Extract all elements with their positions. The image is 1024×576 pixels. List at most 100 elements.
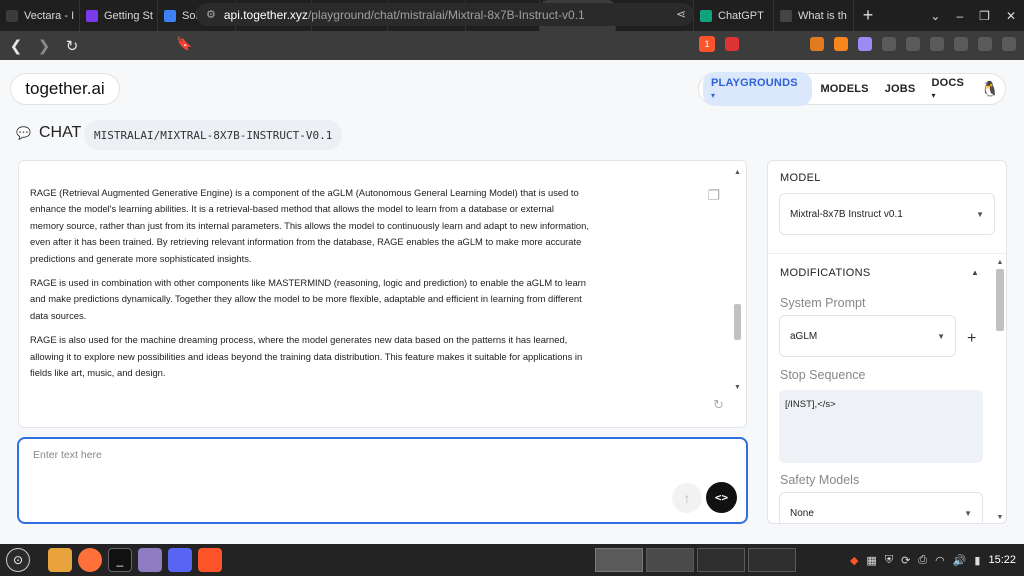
tab-favicon-icon <box>700 9 712 22</box>
chat-title: CHAT <box>38 124 82 141</box>
browser-tab[interactable]: Getting St <box>80 0 158 31</box>
divider <box>768 253 1006 254</box>
scroll-down-icon[interactable]: ▼ <box>733 384 742 391</box>
prompt-input-card: ↑ <> <box>17 437 748 524</box>
maximize-icon[interactable]: ❐ <box>979 9 990 23</box>
tab-favicon-icon <box>86 9 98 22</box>
scroll-thumb[interactable] <box>996 269 1004 331</box>
brave-rewards-icon[interactable] <box>725 37 739 51</box>
settings-scrollbar[interactable]: ▲ ▼ <box>995 259 1005 521</box>
metamask-icon[interactable] <box>834 37 848 51</box>
extension-puzzle-icon[interactable] <box>882 37 896 51</box>
reload-icon[interactable]: ↻ <box>60 34 84 58</box>
together-logo[interactable]: together.ai <box>10 73 120 105</box>
system-prompt-select[interactable]: aGLM ▼ <box>779 315 956 357</box>
stop-sequence-field[interactable]: [/INST],</s> <box>779 390 983 463</box>
discord-icon[interactable] <box>168 548 192 572</box>
response-scrollbar[interactable]: ▲ ▼ <box>733 169 742 391</box>
copy-icon[interactable]: ❐ <box>707 187 720 204</box>
wallet-icon[interactable] <box>954 37 968 51</box>
wifi-icon[interactable]: ◠ <box>935 554 945 567</box>
volume-icon[interactable]: 🔊 <box>953 554 967 567</box>
system-prompt-value: aGLM <box>790 330 818 342</box>
text-editor-icon[interactable] <box>138 548 162 572</box>
nav-playgrounds[interactable]: PLAYGROUNDS ▾ <box>703 72 813 106</box>
brave-shields-icon[interactable]: 1 <box>699 36 715 52</box>
system-prompt-label: System Prompt <box>780 296 866 310</box>
tab-title: What is th <box>798 9 847 22</box>
url-text: api.together.xyz/playground/chat/mistral… <box>224 8 585 22</box>
url-host: api.together.xyz <box>223 7 308 22</box>
avatar[interactable]: 🐧 <box>979 78 1002 100</box>
code-toggle-button[interactable]: <> <box>706 482 737 513</box>
caret-down-icon: ▼ <box>964 508 972 518</box>
browser-tab[interactable]: ChatGPT <box>694 0 774 31</box>
back-icon[interactable]: ❮ <box>4 34 28 58</box>
extension-sun-icon[interactable] <box>810 37 824 51</box>
nav-jobs[interactable]: JOBS <box>877 78 924 100</box>
close-window-icon[interactable]: ✕ <box>1006 9 1016 23</box>
response-card: RAGE (Retrieval Augmented Generative Eng… <box>18 160 747 428</box>
tab-title: Getting St <box>104 9 153 22</box>
menu-launcher-icon[interactable]: ⊙ <box>6 548 30 572</box>
system-tray: ◆ ▦ ⛨ ⟳ ⎙ ◠ 🔊 ▮ 15:22 <box>850 544 1016 576</box>
add-prompt-icon[interactable]: + <box>967 330 976 348</box>
minimize-icon[interactable]: – <box>956 9 963 23</box>
nav-docs-label: DOCS <box>931 77 965 89</box>
os-taskbar: ⊙ _ ◆ ▦ ⛨ ⟳ ⎙ ◠ 🔊 ▮ 15:22 <box>0 544 1024 576</box>
leo-icon[interactable] <box>978 37 992 51</box>
taskbar-window[interactable] <box>595 548 643 572</box>
bookmark-icon[interactable]: 🔖 <box>176 36 192 52</box>
model-chip: MISTRALAI/MIXTRAL-8X7B-INSTRUCT-V0.1 <box>84 120 343 150</box>
share-icon[interactable]: ⋖ <box>676 7 686 21</box>
submit-arrow-button[interactable]: ↑ <box>672 483 702 513</box>
battery-icon[interactable]: ▮ <box>974 554 980 567</box>
top-navigation: PLAYGROUNDS ▾ MODELS JOBS DOCS ▾ 🐧 <box>698 72 1006 106</box>
modifications-heading[interactable]: MODIFICATIONS <box>780 267 870 279</box>
files-icon[interactable] <box>48 548 72 572</box>
stop-sequence-label: Stop Sequence <box>780 368 866 382</box>
tab-list-icon[interactable]: ⌄ <box>930 9 940 23</box>
settings-panel: MODEL Mixtral-8x7B Instruct v0.1 ▼ MODIF… <box>767 160 1007 524</box>
browser-tab[interactable]: What is th <box>774 0 854 31</box>
brave-icon[interactable] <box>198 548 222 572</box>
site-info-icon[interactable]: ⚙ <box>206 8 216 21</box>
tab-title: Vectara - I <box>24 9 75 22</box>
prompt-input[interactable] <box>33 449 633 461</box>
scroll-thumb[interactable] <box>734 304 741 340</box>
brave-tray-icon[interactable]: ◆ <box>850 554 858 567</box>
collapse-icon[interactable]: ▲ <box>971 268 979 277</box>
nav-models[interactable]: MODELS <box>812 78 876 100</box>
url-field[interactable]: ⚙ api.together.xyz/playground/chat/mistr… <box>196 3 694 26</box>
response-paragraph: RAGE is used in combination with other c… <box>30 277 586 321</box>
clipboard-icon[interactable]: ▦ <box>866 554 876 567</box>
scroll-down-icon[interactable]: ▼ <box>995 514 1005 521</box>
forward-icon[interactable]: ❯ <box>32 34 56 58</box>
taskbar-window[interactable] <box>748 548 796 572</box>
sidebar-icon[interactable] <box>930 37 944 51</box>
model-select[interactable]: Mixtral-8x7B Instruct v0.1 ▼ <box>779 193 995 235</box>
response-paragraph: RAGE (Retrieval Augmented Generative Eng… <box>30 187 589 264</box>
new-tab-button[interactable]: + <box>854 0 882 31</box>
window-controls: ⌄ – ❐ ✕ <box>930 0 1016 31</box>
extensions-icon[interactable] <box>906 37 920 51</box>
chat-heading: 💬 CHAT <box>16 124 81 142</box>
printer-icon[interactable]: ⎙ <box>918 554 927 567</box>
caret-down-icon: ▼ <box>937 331 945 341</box>
clock: 15:22 <box>988 554 1016 566</box>
firefox-icon[interactable] <box>78 548 102 572</box>
shield-icon[interactable]: ⛨ <box>885 554 893 567</box>
nav-docs[interactable]: DOCS ▾ <box>923 72 979 106</box>
safety-models-select[interactable]: None ▼ <box>779 492 983 523</box>
taskbar-window[interactable] <box>646 548 694 572</box>
regenerate-icon[interactable]: ↻ <box>713 397 724 413</box>
extension-cloud-icon[interactable] <box>858 37 872 51</box>
scroll-up-icon[interactable]: ▲ <box>733 169 742 176</box>
menu-icon[interactable] <box>1002 37 1016 51</box>
terminal-icon[interactable]: _ <box>108 548 132 572</box>
browser-tab[interactable]: Vectara - I <box>0 0 80 31</box>
update-icon[interactable]: ⟳ <box>901 554 910 567</box>
taskbar-window[interactable] <box>697 548 745 572</box>
scroll-up-icon[interactable]: ▲ <box>995 259 1005 266</box>
nav-playgrounds-label: PLAYGROUNDS <box>711 77 798 89</box>
